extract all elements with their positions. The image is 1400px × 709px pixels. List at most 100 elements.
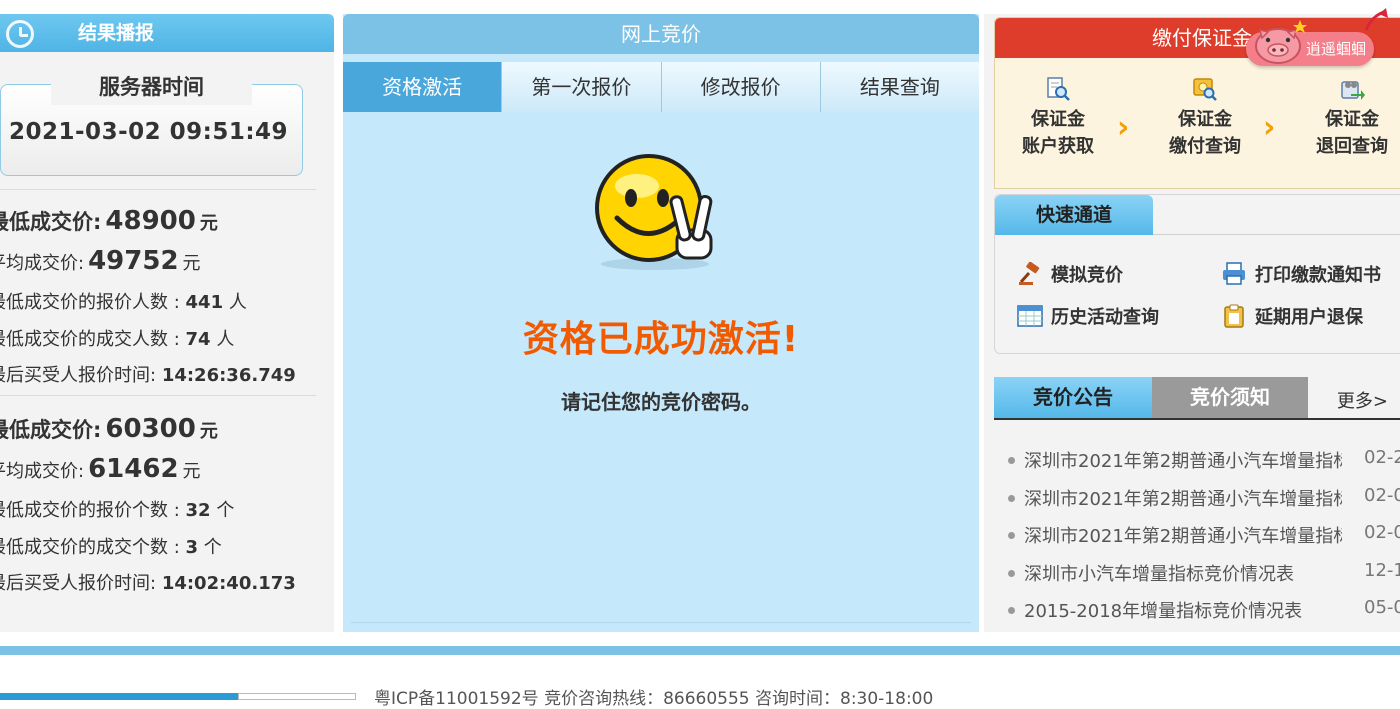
notice-date: 12-1 bbox=[1364, 560, 1400, 581]
print-payment-notice-link[interactable]: 打印缴款通知书 bbox=[1221, 261, 1381, 287]
bullet-icon bbox=[1008, 607, 1015, 614]
gavel-icon bbox=[1019, 262, 1040, 285]
deposit-payment-query-link[interactable]: 保证金 缴付查询 bbox=[1160, 76, 1250, 160]
result-broadcast-title: 结果播报 bbox=[78, 22, 155, 44]
list-item[interactable]: 2015-2018年增量指标竞价情况表 05-0 bbox=[1008, 595, 1400, 625]
notice-title[interactable]: 深圳市小汽车增量指标竞价情况表 bbox=[1024, 560, 1342, 586]
quick-access-panel: 快速通道 模拟竞价 打印缴款通知书 历史活动查询 延期用户退保 bbox=[994, 194, 1400, 354]
deposit-item-line1: 保证金 bbox=[1031, 109, 1085, 130]
online-bidding-header: 网上竞价 bbox=[343, 14, 979, 54]
deposit-item-line1: 保证金 bbox=[1178, 109, 1232, 130]
simulate-bid-link[interactable]: 模拟竞价 bbox=[1017, 261, 1123, 287]
notice-title[interactable]: 深圳市2021年第2期普通小汽车增量指标 bbox=[1024, 522, 1342, 548]
history-query-link[interactable]: 历史活动查询 bbox=[1017, 303, 1159, 329]
tab-bid-instructions[interactable]: 竞价须知 bbox=[1152, 377, 1308, 418]
stat-min-price-2: 最低成交价:60300元 bbox=[0, 414, 218, 444]
notice-date: 05-0 bbox=[1364, 597, 1400, 618]
stat-label: 平均成交价: bbox=[0, 253, 85, 274]
quick-item-label: 打印缴款通知书 bbox=[1255, 265, 1381, 286]
deferred-user-refund-link[interactable]: 延期用户退保 bbox=[1221, 303, 1363, 329]
server-time-box: 服务器时间 2021-03-02 09:51:49 bbox=[0, 67, 303, 176]
list-item[interactable]: 深圳市2021年第2期普通小汽车增量指标 02-0 bbox=[1008, 520, 1400, 550]
deposit-item-line2: 退回查询 bbox=[1316, 136, 1388, 157]
arrow-up-right-icon bbox=[1364, 8, 1388, 31]
stat-unit: 人 bbox=[228, 292, 247, 313]
deposit-item-line2: 缴付查询 bbox=[1169, 136, 1241, 157]
divider bbox=[351, 622, 971, 623]
bullet-icon bbox=[1008, 457, 1015, 464]
stat-value: 49752 bbox=[88, 246, 179, 276]
stat-label: 最后买受人报价时间: bbox=[0, 573, 157, 594]
divider bbox=[994, 418, 1400, 420]
stat-label: 最低成交价: bbox=[0, 418, 102, 442]
stat-label: 最低成交价的报价人数 : bbox=[0, 292, 180, 313]
stat-unit: 个 bbox=[216, 500, 235, 521]
notice-title[interactable]: 深圳市2021年第2期普通小汽车增量指标 bbox=[1024, 447, 1342, 473]
notice-title[interactable]: 2015-2018年增量指标竞价情况表 bbox=[1024, 597, 1342, 623]
divider bbox=[0, 395, 316, 396]
bullet-icon bbox=[1008, 495, 1015, 502]
refresh-clock-icon bbox=[6, 20, 34, 48]
tab-result-query[interactable]: 结果查询 bbox=[820, 62, 979, 112]
tab-activate[interactable]: 资格激活 bbox=[343, 62, 503, 112]
printer-icon bbox=[1223, 262, 1245, 285]
stat-unit: 元 bbox=[199, 213, 218, 234]
remember-password-hint: 请记住您的竞价密码。 bbox=[561, 390, 761, 414]
deposit-item-line2: 账户获取 bbox=[1022, 136, 1094, 157]
tab-bid-announcement[interactable]: 竞价公告 bbox=[994, 377, 1152, 418]
stat-value: 61462 bbox=[88, 454, 179, 484]
right-sidebar: 缴付保证金 保证金 账户获取 › 保证金 缴付查询 › 保证金 退回查询 逍遥蝈… bbox=[984, 8, 1400, 632]
list-item[interactable]: 深圳市2021年第2期普通小汽车增量指标 02-2 bbox=[1008, 445, 1400, 475]
bullet-icon bbox=[1008, 570, 1015, 577]
stat-unit: 个 bbox=[203, 537, 222, 558]
stat-value: 3 bbox=[185, 537, 199, 558]
stat-label: 最低成交价的成交人数 : bbox=[0, 329, 180, 350]
stat-avg-price-1: 平均成交价:49752元 bbox=[0, 246, 201, 276]
stat-bidders-2: 最低成交价的报价个数 : 32 个 bbox=[0, 496, 234, 522]
quick-item-label: 延期用户退保 bbox=[1255, 307, 1363, 328]
deposit-refund-query-link[interactable]: 保证金 退回查询 bbox=[1307, 76, 1397, 160]
stat-value: 74 bbox=[185, 329, 211, 350]
footer-box bbox=[238, 693, 356, 700]
stat-value: 48900 bbox=[105, 206, 196, 236]
deposit-item-line1: 保证金 bbox=[1325, 109, 1379, 130]
stat-label: 平均成交价: bbox=[0, 461, 85, 482]
refund-icon bbox=[1341, 81, 1365, 100]
stat-value: 14:26:36.749 bbox=[161, 365, 296, 386]
stat-unit: 人 bbox=[216, 329, 235, 350]
tab-modify-bid[interactable]: 修改报价 bbox=[661, 62, 821, 112]
notice-title[interactable]: 深圳市2021年第2期普通小汽车增量指标 bbox=[1024, 485, 1342, 511]
document-search-icon bbox=[1047, 77, 1070, 101]
notice-date: 02-0 bbox=[1364, 522, 1400, 543]
more-link[interactable]: 更多> bbox=[1337, 387, 1388, 413]
bidding-tabs: 资格激活 第一次报价 修改报价 结果查询 bbox=[343, 62, 979, 112]
server-time-value: 2021-03-02 09:51:49 bbox=[9, 119, 289, 145]
divider bbox=[1153, 234, 1400, 235]
list-item[interactable]: 深圳市2021年第2期普通小汽车增量指标 02-0 bbox=[1008, 483, 1400, 513]
stat-label: 最低成交价的报价个数 : bbox=[0, 500, 180, 521]
server-time-label: 服务器时间 bbox=[51, 67, 252, 105]
stat-deals-2: 最低成交价的成交个数 : 3 个 bbox=[0, 533, 222, 559]
stat-unit: 元 bbox=[199, 421, 218, 442]
stat-bidders-1: 最低成交价的报价人数 : 441 人 bbox=[0, 288, 247, 314]
stat-last-time-2: 最后买受人报价时间: 14:02:40.173 bbox=[0, 569, 296, 595]
footer-accent bbox=[0, 693, 238, 700]
stat-unit: 元 bbox=[182, 461, 201, 482]
notice-date: 02-2 bbox=[1364, 447, 1400, 468]
notice-panel: 竞价公告 竞价须知 更多> 深圳市2021年第2期普通小汽车增量指标 02-2 … bbox=[994, 377, 1400, 632]
result-broadcast-header: 结果播报 bbox=[0, 14, 334, 52]
notice-date: 02-0 bbox=[1364, 485, 1400, 506]
stat-deals-1: 最低成交价的成交人数 : 74 人 bbox=[0, 325, 234, 351]
stat-label: 最低成交价: bbox=[0, 210, 102, 234]
deposit-account-link[interactable]: 保证金 账户获取 bbox=[1013, 76, 1103, 160]
smiley-victory-icon bbox=[595, 154, 713, 270]
tab-first-bid[interactable]: 第一次报价 bbox=[502, 62, 662, 112]
stat-value: 32 bbox=[185, 500, 211, 521]
quick-item-label: 模拟竞价 bbox=[1051, 265, 1123, 286]
activation-success-message: 资格已成功激活! bbox=[522, 319, 800, 360]
stat-value: 14:02:40.173 bbox=[161, 573, 296, 594]
list-item[interactable]: 深圳市小汽车增量指标竞价情况表 12-1 bbox=[1008, 558, 1400, 588]
stat-min-price-1: 最低成交价:48900元 bbox=[0, 206, 218, 236]
stat-label: 最低成交价的成交个数 : bbox=[0, 537, 180, 558]
coin-search-icon bbox=[1193, 78, 1217, 101]
